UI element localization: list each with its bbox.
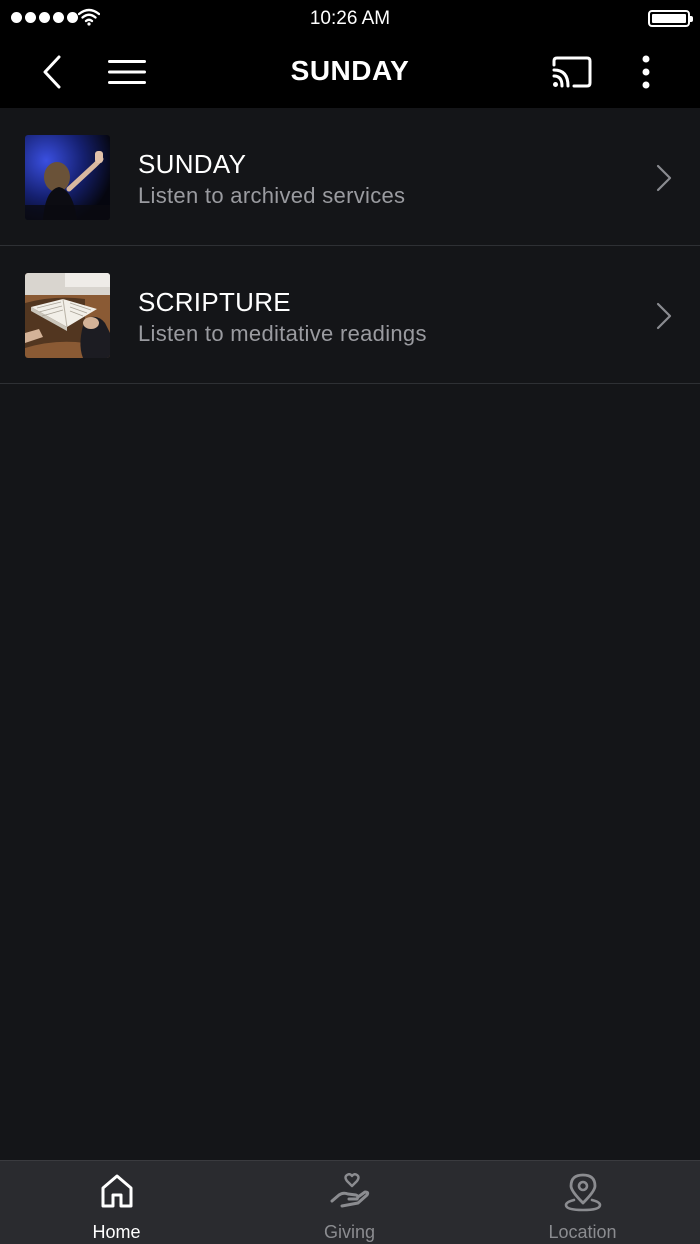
- cast-button[interactable]: [548, 36, 596, 108]
- list-item-sunday[interactable]: SUNDAY Listen to archived services: [0, 108, 700, 246]
- location-pin-icon: [564, 1173, 601, 1212]
- list-item-title: SCRIPTURE: [138, 287, 291, 317]
- battery-icon: [648, 10, 693, 27]
- list-item-subtitle: Listen to archived services: [138, 183, 406, 208]
- scripture-thumbnail: [25, 273, 110, 358]
- more-vertical-icon: [642, 55, 650, 89]
- content-list: SUNDAY Listen to archived services SCRIP…: [0, 108, 700, 384]
- list-item-subtitle: Listen to meditative readings: [138, 321, 427, 346]
- tab-label: Location: [548, 1222, 617, 1242]
- cast-icon: [552, 56, 592, 88]
- tab-home[interactable]: Home: [0, 1161, 233, 1244]
- nav-bar: SUNDAY: [0, 36, 700, 108]
- home-icon: [101, 1174, 132, 1208]
- tab-label: Home: [92, 1222, 141, 1242]
- more-options-button[interactable]: [630, 36, 662, 108]
- list-item-scripture[interactable]: SCRIPTURE Listen to meditative readings: [0, 246, 700, 384]
- status-bar: 10:26 AM: [0, 0, 700, 36]
- sunday-thumbnail: [25, 135, 110, 220]
- tab-giving[interactable]: Giving: [233, 1161, 466, 1244]
- list-item-title: SUNDAY: [138, 149, 247, 179]
- status-time: 10:26 AM: [309, 8, 391, 29]
- chevron-right-icon: [656, 164, 672, 192]
- giving-icon: [330, 1173, 369, 1208]
- chevron-right-icon: [656, 302, 672, 330]
- tab-label: Giving: [323, 1222, 376, 1242]
- tab-location[interactable]: Location: [466, 1161, 699, 1244]
- tab-bar: Home Giving Location: [0, 1160, 700, 1244]
